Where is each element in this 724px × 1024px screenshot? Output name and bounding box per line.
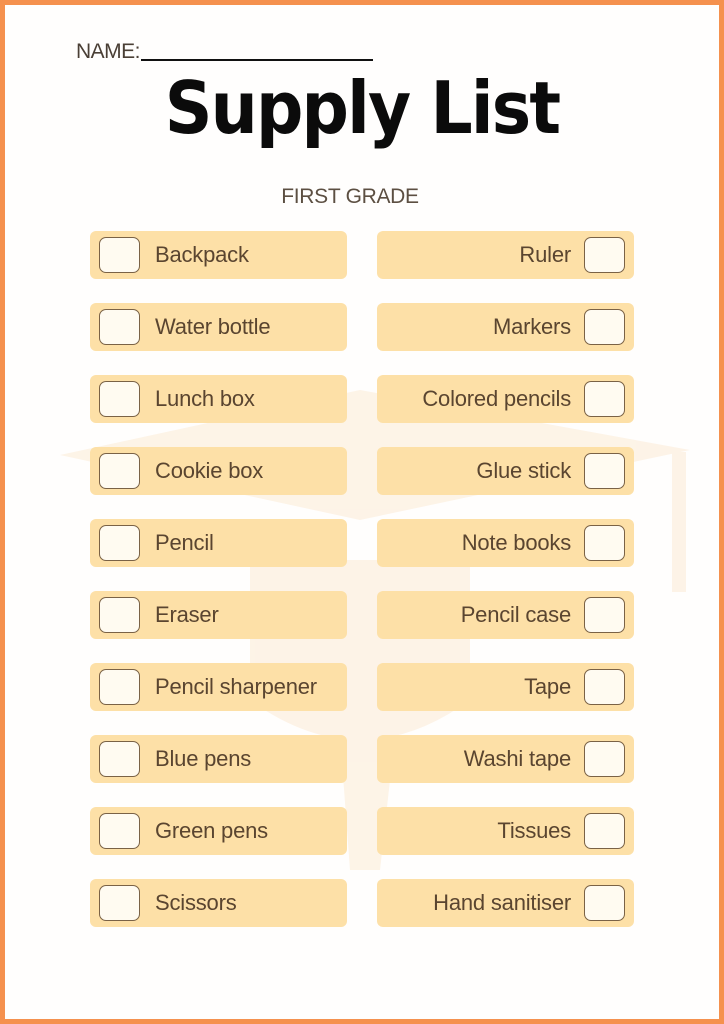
list-item[interactable]: Hand sanitiser [377, 879, 634, 927]
name-field: NAME: [76, 32, 374, 63]
checkbox[interactable] [99, 237, 140, 273]
list-item[interactable]: Green pens [90, 807, 347, 855]
item-label: Pencil sharpener [155, 674, 317, 699]
list-item[interactable]: Lunch box [90, 375, 347, 423]
checkbox[interactable] [584, 453, 625, 489]
checkbox[interactable] [99, 669, 140, 705]
item-label: Pencil case [460, 602, 572, 627]
checkbox[interactable] [99, 597, 140, 633]
checkbox[interactable] [99, 453, 140, 489]
item-label: Pencil [155, 530, 214, 555]
item-label: Blue pens [155, 746, 252, 771]
checkbox[interactable] [584, 741, 625, 777]
checkbox[interactable] [99, 309, 140, 345]
item-label: Tape [524, 674, 571, 699]
checkbox[interactable] [584, 381, 625, 417]
item-label: Glue stick [476, 458, 571, 483]
checkbox[interactable] [99, 525, 140, 561]
item-label: Water bottle [155, 314, 271, 339]
checkbox[interactable] [99, 381, 140, 417]
list-item[interactable]: Water bottle [90, 303, 347, 351]
item-label: Scissors [155, 890, 237, 915]
item-label: Hand sanitiser [433, 890, 571, 915]
checkbox[interactable] [584, 597, 625, 633]
list-item[interactable]: Glue stick [377, 447, 634, 495]
list-item[interactable]: Pencil [90, 519, 347, 567]
name-blank-line[interactable] [141, 59, 374, 61]
checkbox[interactable] [584, 309, 625, 345]
item-label: Backpack [155, 242, 249, 267]
item-label: Cookie box [155, 458, 264, 483]
page-border-frame [0, 0, 724, 1024]
item-label: Ruler [519, 242, 571, 267]
page-title: Supply List [164, 66, 561, 150]
list-item[interactable]: Tissues [377, 807, 634, 855]
list-item[interactable]: Backpack [90, 231, 347, 279]
list-item[interactable]: Cookie box [90, 447, 347, 495]
checkbox[interactable] [584, 813, 625, 849]
item-label: Lunch box [155, 386, 255, 411]
item-label: Eraser [155, 602, 219, 627]
checkbox[interactable] [584, 237, 625, 273]
grade-subtitle: FIRST GRADE [281, 185, 419, 208]
item-label: Note books [461, 530, 571, 555]
list-item[interactable]: Washi tape [377, 735, 634, 783]
list-item[interactable]: Markers [377, 303, 634, 351]
item-label: Markers [492, 314, 571, 339]
item-label: Colored pencils [422, 386, 571, 411]
checkbox[interactable] [99, 813, 140, 849]
list-item[interactable]: Note books [377, 519, 634, 567]
list-item[interactable]: Colored pencils [377, 375, 634, 423]
list-item[interactable]: Blue pens [90, 735, 347, 783]
checkbox[interactable] [584, 669, 625, 705]
item-label: Green pens [155, 818, 268, 843]
list-item[interactable]: Pencil sharpener [90, 663, 347, 711]
list-item[interactable]: Eraser [90, 591, 347, 639]
item-label: Washi tape [463, 746, 571, 771]
name-label: NAME: [76, 40, 141, 63]
checkbox[interactable] [584, 525, 625, 561]
list-item[interactable]: Pencil case [377, 591, 634, 639]
list-item[interactable]: Ruler [377, 231, 634, 279]
item-label: Tissues [497, 818, 571, 843]
checkbox[interactable] [99, 885, 140, 921]
list-item[interactable]: Scissors [90, 879, 347, 927]
checkbox[interactable] [99, 741, 140, 777]
checkbox[interactable] [584, 885, 625, 921]
list-item[interactable]: Tape [377, 663, 634, 711]
